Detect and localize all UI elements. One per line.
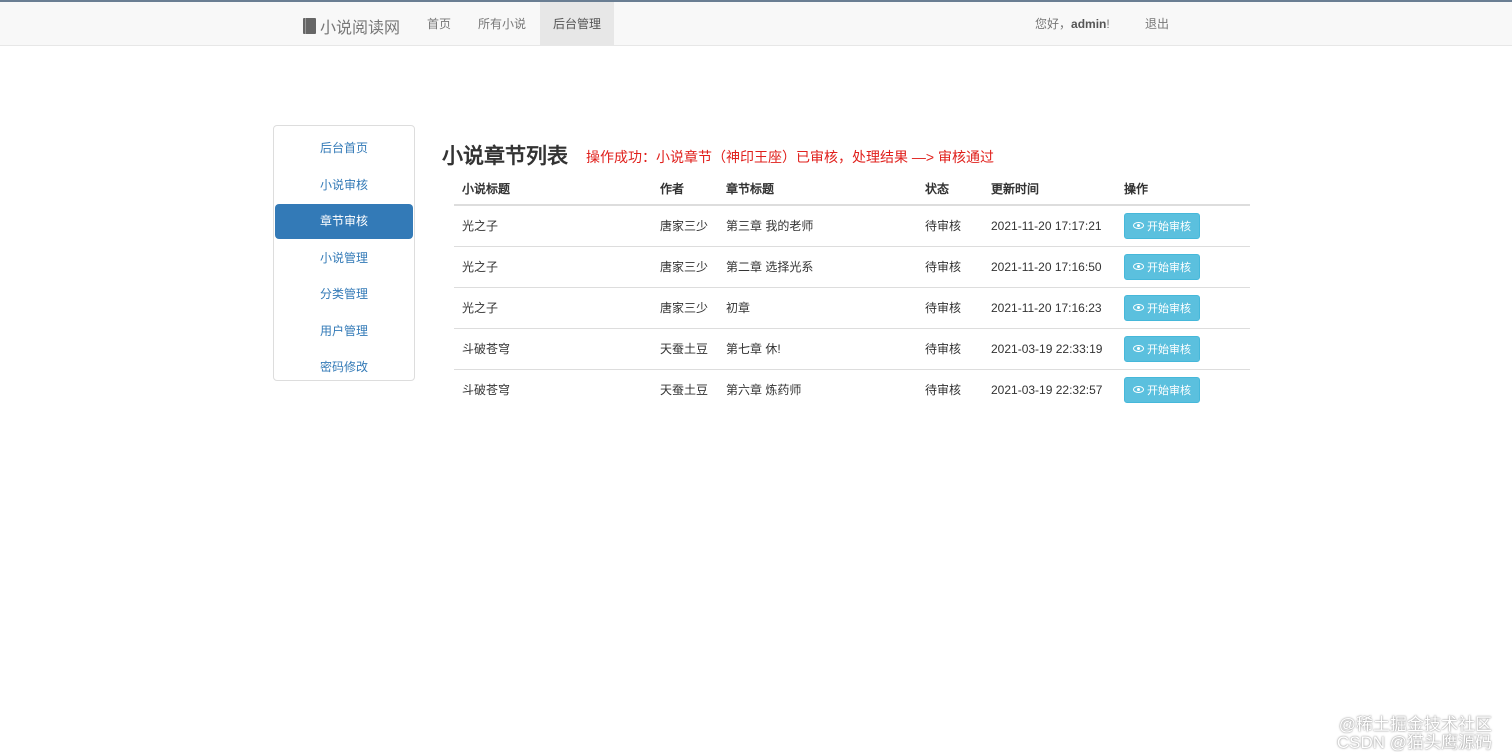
table-row: 光之子 唐家三少 第三章 我的老师 待审核 2021-11-20 17:17:2… [454,205,1250,247]
eye-icon [1133,345,1144,352]
brand[interactable]: 小说阅读网 [303,14,400,38]
cell-author: 唐家三少 [652,205,718,247]
logout-link[interactable]: 退出 [1145,2,1169,46]
table-row: 斗破苍穹 天蚕土豆 第六章 炼药师 待审核 2021-03-19 22:32:5… [454,369,1250,410]
sidebar-item-user-management[interactable]: 用户管理 [275,314,413,349]
sidebar-item-change-password[interactable]: 密码修改 [275,350,413,385]
header-novel-title: 小说标题 [454,172,652,206]
cell-action: 开始审核 [1116,369,1250,410]
header-status: 状态 [917,172,983,206]
cell-status: 待审核 [917,205,983,247]
cell-update-time: 2021-11-20 17:17:21 [983,205,1116,247]
header-action: 操作 [1116,172,1250,206]
header-chapter-title: 章节标题 [718,172,917,206]
cell-novel-title: 斗破苍穹 [454,328,652,370]
cell-novel-title: 光之子 [454,205,652,247]
start-review-button[interactable]: 开始审核 [1124,335,1200,362]
cell-update-time: 2021-03-19 22:32:57 [991,382,1103,397]
sidebar-item-novel-review[interactable]: 小说审核 [275,168,413,203]
chapter-table: 小说标题 作者 章节标题 状态 更新时间 操作 光之子 唐家三少 第三章 我的老… [454,172,1250,410]
cell-chapter-title: 第七章 休! [718,328,917,370]
user-greeting: 您好，admin! [1035,2,1110,46]
cell-update-time: 2021-11-20 17:16:50 [983,246,1116,288]
username: admin [1071,17,1107,31]
eye-icon [1133,304,1144,311]
cell-chapter-title: 第二章 选择光系 [718,246,917,288]
watermark-csdn: CSDN @猫头鹰源码 [1336,733,1492,752]
cell-author: 唐家三少 [652,287,718,329]
page-title: 小说章节列表 [442,145,568,168]
table-row: 光之子 唐家三少 第二章 选择光系 待审核 2021-11-20 17:16:5… [454,246,1250,288]
eye-icon [1133,222,1144,230]
cell-author: 唐家三少 [652,246,718,288]
cell-author: 天蚕土豆 [660,383,709,398]
nav-all-novels[interactable]: 所有小说 [466,2,538,46]
start-review-button[interactable]: 开始审核 [1124,376,1200,403]
start-review-button[interactable]: 开始审核 [1124,294,1200,321]
eye-icon [1133,386,1144,394]
admin-sidebar: 后台首页 小说审核 章节审核 小说管理 分类管理 用户管理 密码修改 [273,125,415,381]
header-update-time: 更新时间 [983,172,1116,206]
cell-action: 开始审核 [1116,246,1250,288]
brand-label: 小说阅读网 [320,20,401,37]
book-icon [303,18,316,34]
cell-chapter-title: 初章 [718,287,917,329]
nav-home[interactable]: 首页 [415,2,463,46]
start-review-label: 开始审核 [1147,343,1191,356]
cell-novel-title: 斗破苍穹 [462,383,511,398]
cell-novel-title: 光之子 [454,287,652,329]
greeting-suffix: ! [1106,17,1110,31]
cell-chapter-title: 第六章 炼药师 [726,383,802,398]
cell-status: 待审核 [917,328,983,370]
eye-icon [1133,263,1144,270]
start-review-label: 开始审核 [1147,302,1191,315]
start-review-label: 开始审核 [1147,220,1191,233]
header-author: 作者 [652,172,718,206]
cell-status: 待审核 [917,246,983,288]
cell-update-time: 2021-11-20 17:16:23 [983,287,1116,329]
cell-action: 开始审核 [1116,287,1250,329]
sidebar-item-dashboard[interactable]: 后台首页 [275,131,413,166]
nav-admin[interactable]: 后台管理 [540,2,614,46]
cell-action: 开始审核 [1116,328,1250,370]
table-header-row: 小说标题 作者 章节标题 状态 更新时间 操作 [454,172,1250,206]
greeting-prefix: 您好， [1035,17,1072,31]
cell-update-time: 2021-03-19 22:33:19 [983,328,1116,370]
top-navbar: 小说阅读网 首页 所有小说 后台管理 您好，admin! 退出 [0,0,1512,46]
start-review-button[interactable]: 开始审核 [1124,212,1200,239]
sidebar-item-novel-management[interactable]: 小说管理 [275,241,413,276]
cell-action: 开始审核 [1116,205,1250,247]
table-row: 光之子 唐家三少 初章 待审核 2021-11-20 17:16:23 开始审核 [454,287,1250,329]
sidebar-item-chapter-review[interactable]: 章节审核 [275,204,413,239]
cell-chapter-title: 第三章 我的老师 [718,205,917,247]
cell-author: 天蚕土豆 [652,328,718,370]
start-review-label: 开始审核 [1147,384,1191,397]
cell-status: 待审核 [917,287,983,329]
table-row: 斗破苍穹 天蚕土豆 第七章 休! 待审核 2021-03-19 22:33:19… [454,328,1250,370]
cell-status: 待审核 [925,383,962,398]
cell-novel-title: 光之子 [454,246,652,288]
success-message: 操作成功：小说章节（神印王座）已审核，处理结果 —> 审核通过 [586,149,994,165]
start-review-label: 开始审核 [1147,261,1191,274]
start-review-button[interactable]: 开始审核 [1124,253,1200,280]
sidebar-item-category-management[interactable]: 分类管理 [275,277,413,312]
